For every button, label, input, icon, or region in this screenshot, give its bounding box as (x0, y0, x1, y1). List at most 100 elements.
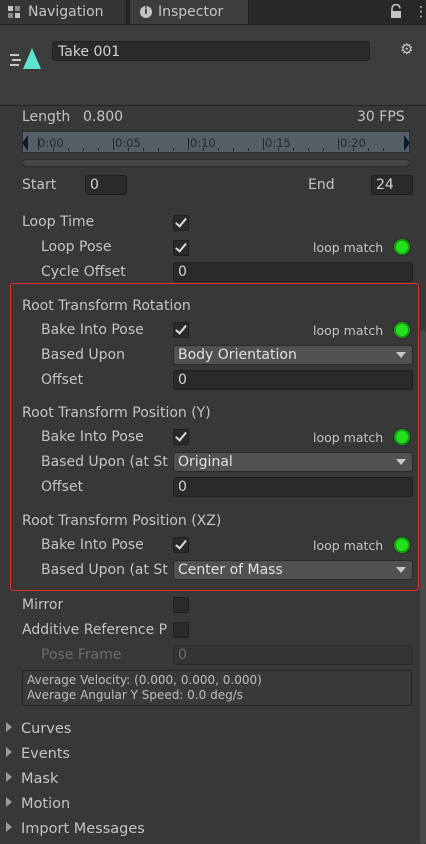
additive-reference-label: Additive Reference P (22, 622, 168, 638)
foldout-motion-label: Motion (21, 796, 71, 812)
rotation-bake-checkbox[interactable] (173, 322, 189, 338)
root-position-y-title: Root Transform Position (Y) (22, 405, 211, 421)
loop-match-label: loop match (313, 240, 384, 255)
position-y-bake-checkbox[interactable] (173, 429, 189, 445)
start-marker[interactable] (22, 135, 28, 151)
position-xz-loop-match-indicator (394, 537, 410, 553)
clip-name-field[interactable]: Take 001 (52, 41, 370, 61)
end-label: End (308, 177, 335, 193)
end-marker[interactable] (404, 135, 410, 151)
pose-frame-field: 0 (173, 645, 413, 665)
cycle-offset-label: Cycle Offset (41, 264, 126, 280)
foldout-motion[interactable]: Motion (6, 796, 70, 812)
motion-info-box: Average Velocity: (0.000, 0.000, 0.000) … (22, 670, 412, 706)
rotation-offset-field[interactable]: 0 (173, 370, 413, 390)
position-y-loop-match-indicator (394, 429, 410, 445)
rotation-bake-label: Bake Into Pose (41, 322, 144, 338)
rotation-based-upon-value: Body Orientation (178, 347, 297, 363)
tick-dot (278, 148, 279, 151)
foldout-mask-label: Mask (21, 771, 59, 787)
tick-mark (263, 138, 264, 150)
tab-navigation[interactable]: Navigation (0, 0, 127, 24)
foldout-mask[interactable]: Mask (6, 771, 58, 787)
rotation-loop-match-indicator (394, 322, 410, 338)
lock-icon[interactable] (389, 4, 403, 20)
chevron-right-icon (6, 772, 12, 782)
tick-dot (68, 148, 69, 151)
loop-pose-label: Loop Pose (41, 239, 112, 255)
tick-label: 0:00 (38, 136, 64, 150)
average-angular-speed-text: Average Angular Y Speed: 0.0 deg/s (27, 688, 243, 702)
position-y-loop-match-label: loop match (313, 430, 384, 445)
tick-mark (338, 138, 339, 150)
tick-dot (53, 148, 54, 151)
position-xz-bake-label: Bake Into Pose (41, 537, 144, 553)
length-value: 0.800 (83, 109, 124, 125)
root-rotation-title: Root Transform Rotation (22, 298, 191, 314)
timeline-scrollbar[interactable] (22, 159, 410, 167)
tick-dot (233, 148, 234, 151)
mirror-checkbox[interactable] (173, 597, 189, 613)
position-xz-based-upon-label: Based Upon (at St (41, 562, 168, 578)
start-field[interactable]: 0 (85, 175, 127, 195)
tick-dot (353, 148, 354, 151)
grid-icon (8, 6, 20, 18)
end-field[interactable]: 24 (371, 175, 413, 195)
position-xz-based-upon-value: Center of Mass (178, 562, 283, 578)
timeline-ruler[interactable]: 0:00 0:05 0:10 0:15 0:20 (22, 131, 410, 153)
tick-dot (218, 148, 219, 151)
tick-dot (248, 148, 249, 151)
tick-dot (83, 148, 84, 151)
tick-dot (98, 148, 99, 151)
chevron-down-icon (396, 352, 406, 358)
tick-dot (323, 148, 324, 151)
gear-icon[interactable]: ⚙ (400, 41, 416, 57)
position-y-based-upon-label: Based Upon (at St (41, 454, 168, 470)
loop-pose-checkbox[interactable] (173, 240, 189, 256)
length-label: Length (22, 109, 71, 125)
animation-clip-icon (10, 48, 41, 69)
position-y-based-upon-value: Original (178, 454, 233, 470)
kebab-menu-icon[interactable]: ⋮ (414, 4, 426, 20)
rotation-offset-label: Offset (41, 372, 84, 388)
rotation-based-upon-dropdown[interactable]: Body Orientation (173, 345, 413, 365)
tick-dot (143, 148, 144, 151)
foldout-curves[interactable]: Curves (6, 721, 71, 737)
tick-dot (308, 148, 309, 151)
root-position-xz-title: Root Transform Position (XZ) (22, 513, 222, 529)
position-xz-based-upon-dropdown[interactable]: Center of Mass (173, 560, 413, 580)
tick-mark (113, 138, 114, 150)
additive-reference-checkbox[interactable] (173, 622, 189, 638)
clip-header (0, 25, 426, 106)
mirror-label: Mirror (22, 597, 64, 613)
inspector-scrollbar[interactable] (420, 330, 426, 844)
chevron-right-icon (6, 822, 12, 832)
chevron-right-icon (6, 797, 12, 807)
average-velocity-text: Average Velocity: (0.000, 0.000, 0.000) (27, 673, 262, 687)
pose-frame-label: Pose Frame (41, 647, 122, 663)
foldout-curves-label: Curves (21, 721, 72, 737)
tab-navigation-label: Navigation (28, 4, 104, 20)
chevron-down-icon (396, 567, 406, 573)
loop-time-label: Loop Time (22, 214, 95, 230)
tick-mark (188, 138, 189, 150)
tab-inspector-label: Inspector (158, 4, 224, 20)
chevron-right-icon (6, 722, 12, 732)
cycle-offset-field[interactable]: 0 (173, 262, 413, 282)
position-xz-loop-match-label: loop match (313, 538, 384, 553)
tab-inspector[interactable]: i Inspector (129, 0, 249, 24)
foldout-events-label: Events (21, 746, 71, 762)
start-label: Start (22, 177, 57, 193)
tick-dot (293, 148, 294, 151)
foldout-events[interactable]: Events (6, 746, 70, 762)
position-y-offset-field[interactable]: 0 (173, 477, 413, 497)
loop-time-checkbox[interactable] (173, 215, 189, 231)
tick-dot (203, 148, 204, 151)
foldout-import-messages[interactable]: Import Messages (6, 821, 145, 837)
info-icon: i (140, 6, 152, 18)
chevron-down-icon (396, 459, 406, 465)
position-xz-bake-checkbox[interactable] (173, 537, 189, 553)
foldout-import-messages-label: Import Messages (21, 821, 145, 837)
position-y-based-upon-dropdown[interactable]: Original (173, 452, 413, 472)
tick-dot (173, 148, 174, 151)
